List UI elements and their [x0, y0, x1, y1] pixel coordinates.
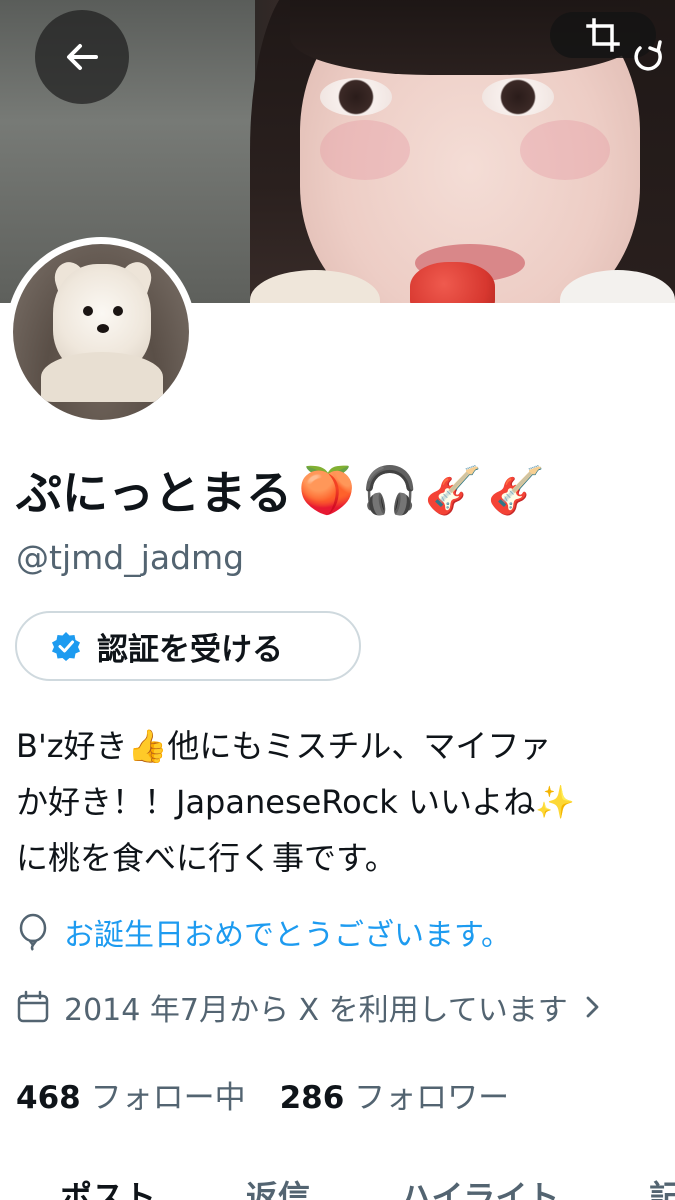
profile-tabs: ポスト 返信 ハイライト 記 [0, 1172, 675, 1200]
dog-eye [113, 306, 123, 316]
banner-cheek [320, 120, 410, 180]
get-verified-label: 認証を受ける [97, 631, 283, 668]
birthday-row[interactable]: お誕生日おめでとうございます。 [16, 910, 511, 954]
guitar-emoji: 🎸 [424, 462, 482, 517]
followers-count: 286 [279, 1080, 345, 1116]
following-label: フォロー中 [90, 1080, 246, 1116]
headphones-emoji: 🎧 [361, 462, 419, 517]
following-count: 468 [16, 1080, 81, 1116]
dog-eye [83, 306, 93, 316]
followers-label: フォロワー [354, 1080, 510, 1116]
display-name: ぷにっとまる 🍑 🎧 🎸 🎸 [16, 455, 545, 525]
follow-stats: 468 フォロー中 286 フォロワー [16, 1072, 509, 1117]
bio: B'z好き👍他にもミスチル、マイファ か好き！！JapaneseRock いいよ… [16, 718, 675, 886]
peach-emoji: 🍑 [298, 462, 356, 517]
tab-posts[interactable]: ポスト [0, 1172, 186, 1200]
tab-highlights[interactable]: ハイライト [340, 1172, 589, 1200]
bio-line: か好き！！JapaneseRock いいよね✨ [16, 783, 576, 821]
avatar[interactable] [6, 237, 196, 427]
followers-link[interactable]: 286 フォロワー [280, 1072, 510, 1117]
crop-icon [586, 18, 620, 52]
banner-eye [320, 78, 392, 116]
banner-strawberry [410, 262, 495, 303]
joined-text: 2014 年7月から X を利用しています [64, 993, 568, 1028]
banner-eye [482, 78, 554, 116]
dog-nose [97, 324, 109, 333]
following-link[interactable]: 468 フォロー中 [16, 1072, 246, 1117]
dog-body [41, 352, 163, 402]
user-handle: @tjmd_jadmg [16, 538, 245, 577]
balloon-icon [19, 913, 47, 951]
back-button[interactable] [35, 10, 129, 104]
calendar-icon [17, 990, 49, 1023]
tab-replies[interactable]: 返信 [186, 1172, 340, 1200]
bio-line: に桃を食べに行く事です。 [16, 839, 397, 877]
bio-line: B'z好き👍他にもミスチル、マイファ [16, 727, 552, 765]
display-name-text: ぷにっとまる [16, 466, 292, 520]
tab-articles[interactable]: 記 [589, 1172, 675, 1200]
get-verified-button[interactable]: 認証を受ける [15, 611, 361, 681]
joined-row[interactable]: 2014 年7月から X を利用しています [16, 985, 602, 1029]
chevron-right-icon [586, 996, 599, 1018]
arrow-left-icon [67, 44, 98, 70]
avatar-image [13, 244, 189, 420]
verified-badge-icon [52, 632, 80, 661]
banner-cheek [520, 120, 610, 180]
birthday-text[interactable]: お誕生日おめでとうございます。 [64, 910, 511, 954]
rotate-icon[interactable] [628, 38, 668, 78]
guitar-emoji: 🎸 [487, 462, 546, 517]
